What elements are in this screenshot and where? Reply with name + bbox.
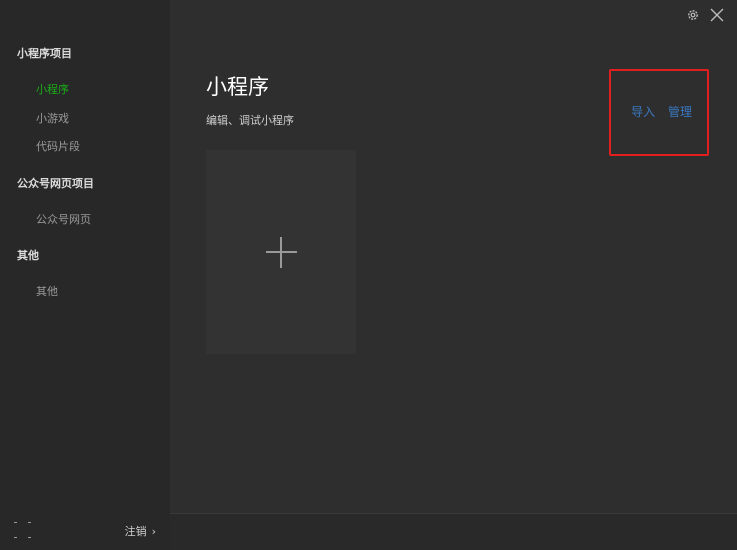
- chevron-right-icon: ›: [151, 525, 156, 538]
- logout-button[interactable]: 注销 ›: [125, 523, 156, 539]
- sidebar-item-official-account-web[interactable]: 公众号网页: [36, 211, 91, 227]
- page-title: 小程序: [206, 75, 269, 99]
- add-project-card[interactable]: [206, 150, 356, 354]
- sidebar-item-minigame[interactable]: 小游戏: [36, 110, 69, 126]
- sidebar-footer: 注销 ›: [0, 514, 170, 550]
- highlight-box: [609, 69, 709, 156]
- sidebar-item-code-snippet[interactable]: 代码片段: [36, 138, 80, 154]
- bottom-bar: [170, 513, 737, 550]
- sidebar-item-miniprogram[interactable]: 小程序: [36, 81, 69, 97]
- gear-icon[interactable]: [685, 6, 701, 24]
- sidebar-item-other[interactable]: 其他: [36, 283, 58, 299]
- close-icon[interactable]: [709, 6, 725, 24]
- group-title-other: 其他: [17, 249, 39, 262]
- group-title-official-account-web-projects: 公众号网页项目: [17, 177, 94, 190]
- sidebar: 小程序项目 小程序 小游戏 代码片段 公众号网页项目 公众号网页 其他 其他 注…: [0, 0, 170, 550]
- avatar[interactable]: [12, 520, 32, 540]
- group-title-miniprogram-projects: 小程序项目: [17, 47, 72, 60]
- page-subtitle: 编辑、调试小程序: [206, 114, 294, 127]
- logout-label: 注销: [124, 525, 147, 538]
- app-window: 小程序项目 小程序 小游戏 代码片段 公众号网页项目 公众号网页 其他 其他 注…: [0, 0, 737, 550]
